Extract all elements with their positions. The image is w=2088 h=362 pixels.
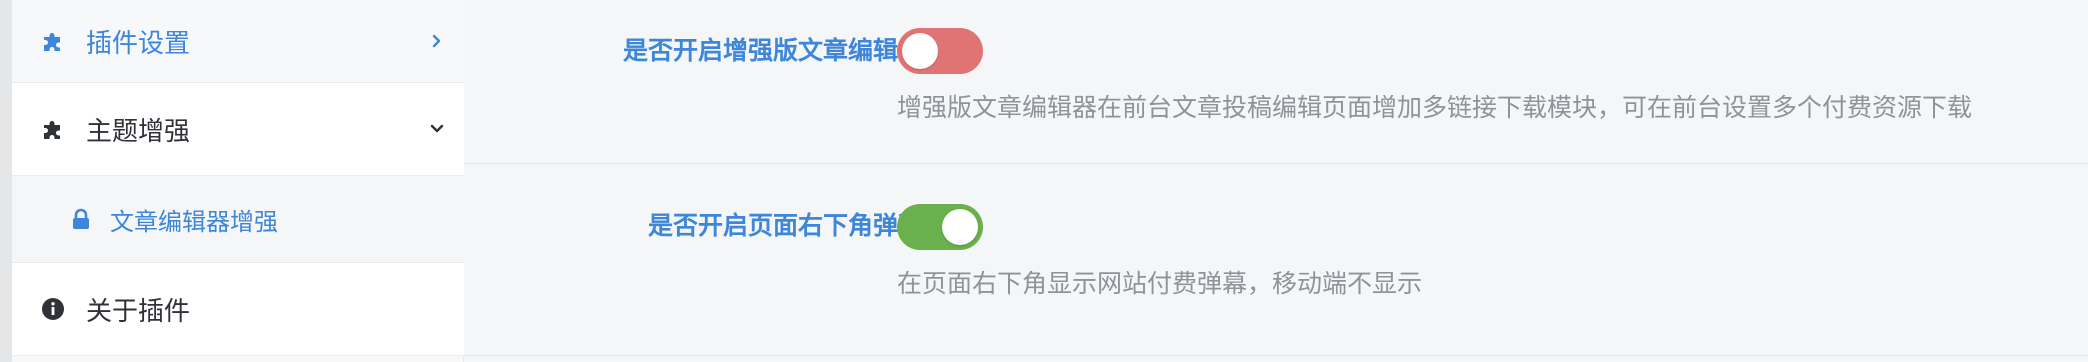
settings-panel: 是否开启增强版文章编辑器 增强版文章编辑器在前台文章投稿编辑页面增加多链接下载模… (465, 0, 2088, 362)
sidebar-item-label: 文章编辑器增强 (110, 207, 278, 236)
sidebar-item-article-editor-enhance[interactable]: 文章编辑器增强 (12, 176, 464, 263)
sidebar-item-label: 关于插件 (86, 296, 191, 327)
chevron-down-icon (428, 120, 446, 138)
sidebar-item-label: 主题增强 (86, 116, 191, 147)
setting-description: 在页面右下角显示网站付费弹幕，移动端不显示 (897, 269, 1423, 298)
lock-icon (68, 206, 94, 232)
corner-barrage-toggle[interactable] (897, 204, 983, 250)
info-icon (40, 296, 66, 322)
sidebar-item-theme-enhance[interactable]: 主题增强 (12, 83, 464, 176)
puzzle-icon (40, 28, 66, 54)
toggle-knob (942, 209, 978, 245)
setting-description: 增强版文章编辑器在前台文章投稿编辑页面增加多链接下载模块，可在前台设置多个付费资… (897, 93, 1973, 122)
enhanced-editor-toggle[interactable] (897, 28, 983, 74)
chevron-right-icon (428, 32, 446, 50)
sidebar-item-about-plugin[interactable]: 关于插件 (12, 263, 464, 356)
sidebar-item-plugin-settings[interactable]: 插件设置 (12, 0, 464, 83)
setting-row-enhanced-editor: 是否开启增强版文章编辑器 增强版文章编辑器在前台文章投稿编辑页面增加多链接下载模… (465, 0, 2088, 164)
sidebar-item-label: 插件设置 (86, 28, 191, 59)
sidebar: 插件设置 主题增强 文章编辑器增强 关于插件 (12, 0, 464, 362)
toggle-knob (902, 33, 938, 69)
setting-row-corner-barrage: 是否开启页面右下角弹幕 在页面右下角显示网站付费弹幕，移动端不显示 (465, 164, 2088, 356)
left-edge-strip (0, 0, 12, 362)
setting-label: 是否开启页面右下角弹幕 (647, 211, 923, 240)
setting-label: 是否开启增强版文章编辑器 (622, 36, 923, 65)
puzzle-icon (40, 116, 66, 142)
